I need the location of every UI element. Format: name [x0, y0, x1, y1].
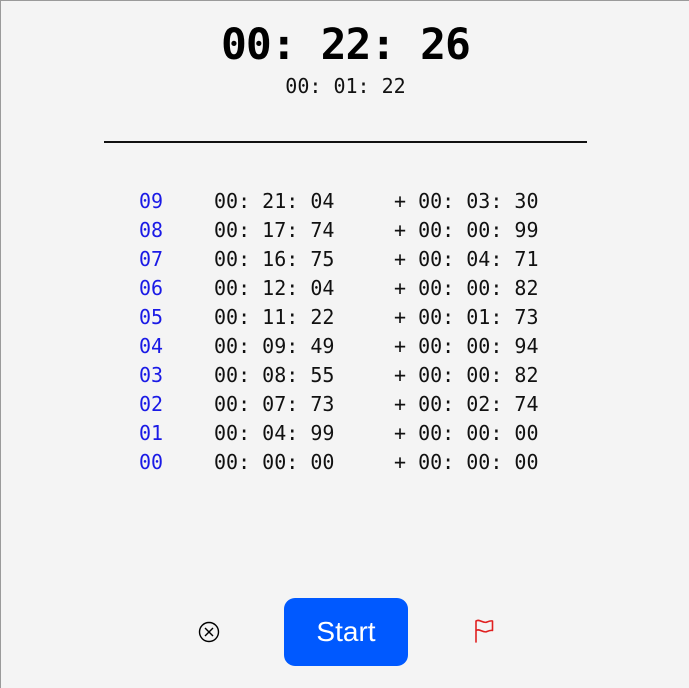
- lap-number: 01: [139, 421, 164, 445]
- divider: [104, 141, 587, 143]
- lap-row: 07 00: 16: 75 + 00: 04: 71: [139, 245, 599, 274]
- lap-total-time: 00: 00: 00: [214, 450, 335, 474]
- lap-row: 03 00: 08: 55 + 00: 00: 82: [139, 361, 599, 390]
- lap-split-time: + 00: 00: 00: [394, 450, 539, 474]
- lap-split-time: + 00: 00: 94: [394, 334, 539, 358]
- lap-row: 05 00: 11: 22 + 00: 01: 73: [139, 303, 599, 332]
- lap-number: 09: [139, 189, 164, 213]
- lap-split-time: + 00: 03: 30: [394, 189, 539, 213]
- lap-total-time: 00: 12: 04: [214, 276, 335, 300]
- lap-split-time: + 00: 01: 73: [394, 305, 539, 329]
- lap-total-time: 00: 09: 49: [214, 334, 335, 358]
- lap-row: 04 00: 09: 49 + 00: 00: 94: [139, 332, 599, 361]
- lap-row: 01 00: 04: 99 + 00: 00: 00: [139, 419, 599, 448]
- current-lap-time: 00: 01: 22: [285, 74, 406, 98]
- lap-list: 09 00: 21: 04 + 00: 03: 30 08 00: 17: 74 + 00…: [139, 187, 599, 477]
- lap-split-time: + 00: 00: 82: [394, 276, 539, 300]
- lap-number: 08: [139, 218, 164, 242]
- lap-number: 06: [139, 276, 164, 300]
- lap-total-time: 00: 11: 22: [214, 305, 335, 329]
- flag-icon: [475, 619, 494, 643]
- lap-total-time: 00: 08: 55: [214, 363, 335, 387]
- lap-flag-button[interactable]: [472, 618, 496, 644]
- total-time: 00: 22: 26: [221, 20, 471, 70]
- controls-bar: Start: [1, 598, 689, 666]
- lap-number: 00: [139, 450, 164, 474]
- start-button[interactable]: Start: [284, 598, 408, 666]
- lap-split-time: + 00: 00: 99: [394, 218, 539, 242]
- lap-total-time: 00: 16: 75: [214, 247, 335, 271]
- lap-number: 04: [139, 334, 164, 358]
- lap-total-time: 00: 04: 99: [214, 421, 335, 445]
- lap-split-time: + 00: 04: 71: [394, 247, 539, 271]
- lap-total-time: 00: 07: 73: [214, 392, 335, 416]
- lap-split-time: + 00: 00: 82: [394, 363, 539, 387]
- circle-x-icon: [198, 621, 220, 643]
- lap-number: 07: [139, 247, 164, 271]
- lap-split-time: + 00: 00: 00: [394, 421, 539, 445]
- lap-row: 06 00: 12: 04 + 00: 00: 82: [139, 274, 599, 303]
- lap-number: 03: [139, 363, 164, 387]
- lap-total-time: 00: 17: 74: [214, 218, 335, 242]
- lap-row: 02 00: 07: 73 + 00: 02: 74: [139, 390, 599, 419]
- lap-number: 02: [139, 392, 164, 416]
- lap-split-time: + 00: 02: 74: [394, 392, 539, 416]
- lap-row: 08 00: 17: 74 + 00: 00: 99: [139, 216, 599, 245]
- lap-total-time: 00: 21: 04: [214, 189, 335, 213]
- lap-row: 09 00: 21: 04 + 00: 03: 30: [139, 187, 599, 216]
- lap-number: 05: [139, 305, 164, 329]
- reset-button[interactable]: [197, 620, 221, 644]
- lap-row: 00 00: 00: 00 + 00: 00: 00: [139, 448, 599, 477]
